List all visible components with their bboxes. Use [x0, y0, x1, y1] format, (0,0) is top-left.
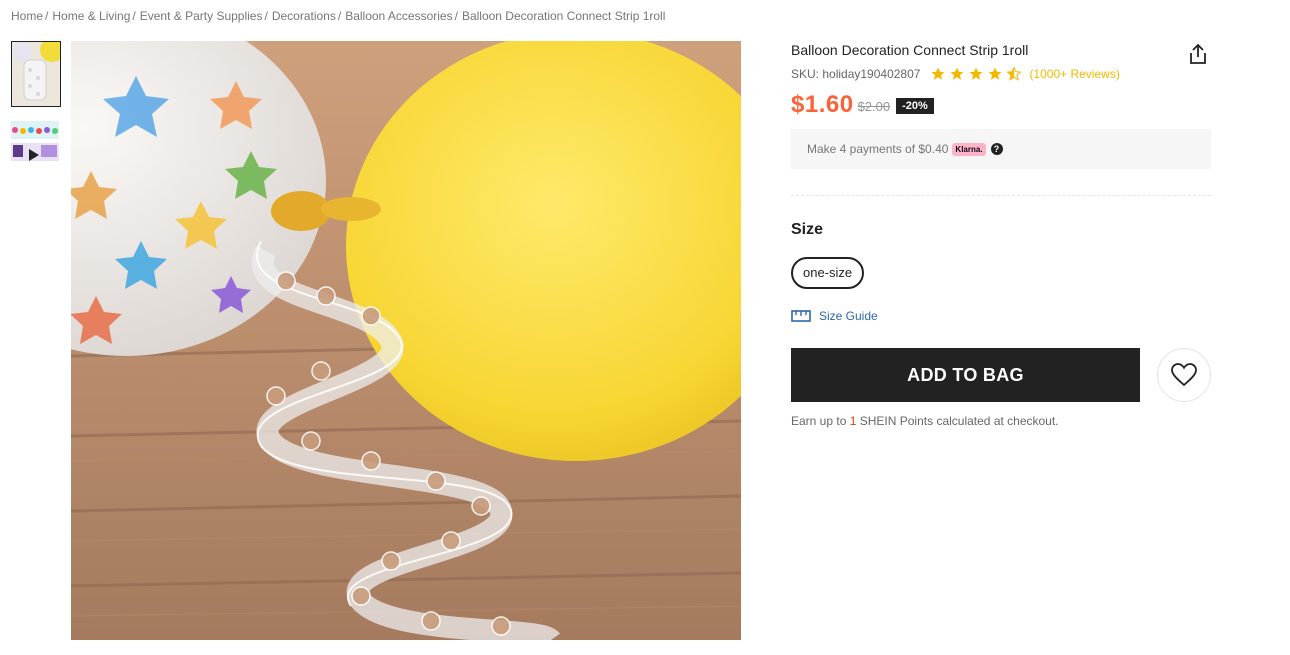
- product-details: Balloon Decoration Connect Strip 1roll S…: [791, 40, 1211, 428]
- breadcrumb-separator: /: [45, 9, 49, 23]
- reviews-link[interactable]: (1000+ Reviews): [1029, 67, 1119, 81]
- divider: [791, 195, 1211, 196]
- ruler-icon: [791, 310, 811, 322]
- thumbnail-2[interactable]: [11, 121, 59, 185]
- half-star-icon: [1007, 67, 1022, 81]
- points-prefix: Earn up to: [791, 414, 847, 428]
- breadcrumb-home[interactable]: Home: [11, 9, 43, 23]
- star-icon: [950, 67, 964, 80]
- sale-price: $1.60: [791, 91, 854, 118]
- points-suffix: SHEIN Points calculated at checkout.: [859, 414, 1059, 428]
- sku-label: SKU: holiday190402807: [791, 67, 921, 81]
- thumbnail-1[interactable]: [11, 41, 61, 107]
- breadcrumb-separator: /: [264, 9, 268, 23]
- sku-rating-row: SKU: holiday190402807 (1000+ Reviews): [791, 67, 1211, 81]
- product-page: Home / Home & Living / Event & Party Suppl…: [0, 0, 1290, 655]
- price-row: $1.60 $2.00 -20%: [791, 91, 1211, 119]
- balloon-strip-photo: [71, 41, 741, 640]
- size-guide-label: Size Guide: [819, 309, 878, 323]
- thumbnail-1-image: [12, 42, 60, 106]
- help-icon[interactable]: ?: [990, 143, 1003, 155]
- add-to-bag-button[interactable]: ADD TO BAG: [791, 348, 1140, 402]
- star-icon: [988, 67, 1002, 80]
- star-icon: [931, 67, 945, 80]
- thumbnail-list: [11, 41, 61, 199]
- purchase-actions: ADD TO BAG: [791, 348, 1211, 402]
- main-product-image[interactable]: [71, 41, 741, 640]
- product-title: Balloon Decoration Connect Strip 1roll: [791, 42, 1029, 58]
- discount-badge: -20%: [896, 97, 934, 114]
- breadcrumb-separator: /: [337, 9, 342, 23]
- breadcrumb: Home / Home & Living / Event & Party Suppl…: [11, 9, 665, 23]
- breadcrumb-event-party[interactable]: Event & Party Supplies: [140, 9, 263, 23]
- heart-icon: [1171, 363, 1197, 387]
- breadcrumb-decorations[interactable]: Decorations: [272, 9, 336, 23]
- wishlist-button[interactable]: [1157, 348, 1211, 402]
- breadcrumb-separator: /: [132, 9, 136, 23]
- size-guide-link[interactable]: Size Guide: [791, 309, 1211, 323]
- share-icon[interactable]: [1187, 43, 1209, 65]
- points-info: Earn up to 1 SHEIN Points calculated at …: [791, 414, 1211, 428]
- breadcrumb-separator: /: [454, 9, 458, 23]
- size-label: Size: [791, 221, 824, 238]
- points-value: 1: [849, 414, 857, 428]
- klarna-installments: Make 4 payments of $0.40 Klarna. ?: [791, 129, 1211, 169]
- breadcrumb-home-living[interactable]: Home & Living: [52, 9, 130, 23]
- star-icon: [969, 67, 983, 80]
- original-price: $2.00: [857, 99, 891, 114]
- rating-stars[interactable]: [931, 67, 1026, 81]
- breadcrumb-balloon-accessories[interactable]: Balloon Accessories: [345, 9, 452, 23]
- breadcrumb-current: Balloon Decoration Connect Strip 1roll: [461, 9, 666, 23]
- klarna-logo: Klarna.: [952, 142, 986, 156]
- size-option-one-size[interactable]: one-size: [791, 257, 865, 289]
- thumbnail-2-image: [11, 121, 59, 185]
- klarna-text: Make 4 payments of $0.40: [807, 142, 949, 156]
